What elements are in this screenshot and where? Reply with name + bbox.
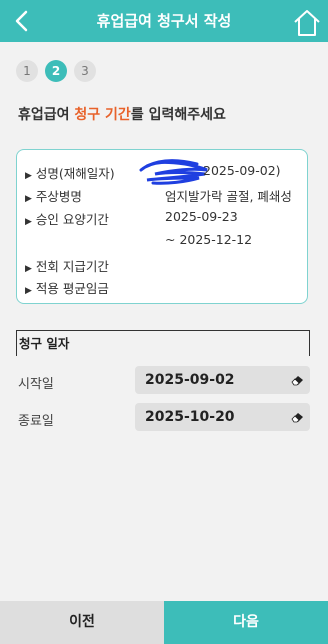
start-date-label: 시작일 (18, 377, 54, 392)
redacted-scribble (139, 159, 208, 185)
start-date-value: 2025-09-02 (145, 372, 235, 388)
injury-value: 엄지발가락 골절, 폐쇄성 (165, 189, 292, 204)
home-icon[interactable] (292, 8, 322, 38)
avg-wage-label: 적용 평균임금 (35, 281, 109, 296)
app-header: 휴업급여 청구서 작성 (0, 0, 328, 42)
claim-info-box: ▶ 성명(재해일자) 2025-09-02) ▶ 주상병명 엄지발가락 골절, 폐쇄… (16, 149, 308, 304)
treatment-label: 승인 요양기간 (35, 212, 109, 227)
triangle-icon: ▶ (25, 217, 32, 227)
prev-pay-row-label: ▶ 전회 지급기간 (25, 256, 109, 275)
heading-part1: 휴업급여 (18, 107, 75, 123)
next-button[interactable]: 다음 (164, 601, 328, 644)
triangle-icon: ▶ (25, 194, 32, 204)
name-row-label: ▶ 성명(재해일자) (25, 163, 115, 182)
triangle-icon: ▶ (25, 171, 32, 181)
claim-date-section-title: 청구 일자 (16, 330, 310, 356)
injury-row-label: ▶ 주상병명 (25, 186, 82, 205)
end-date-field[interactable]: 2025-10-20 (135, 403, 310, 431)
start-date-field[interactable]: 2025-09-02 (135, 366, 310, 394)
page-title: 휴업급여 청구서 작성 (96, 12, 232, 30)
triangle-icon: ▶ (25, 264, 32, 274)
instruction-heading: 휴업급여 청구 기간를 입력해주세요 (18, 104, 226, 124)
prev-pay-label: 전회 지급기간 (35, 259, 109, 274)
heading-part2: 를 입력해주세요 (130, 107, 226, 123)
step-2: 2 (45, 60, 67, 82)
eraser-icon[interactable] (291, 374, 304, 386)
eraser-icon[interactable] (291, 411, 304, 423)
prev-button[interactable]: 이전 (0, 601, 164, 644)
triangle-icon: ▶ (25, 286, 32, 296)
heading-highlight: 청구 기간 (74, 107, 131, 123)
injury-label: 주상병명 (35, 189, 82, 204)
step-3: 3 (74, 60, 96, 82)
treatment-start: 2025-09-23 (165, 209, 238, 224)
name-label: 성명(재해일자) (35, 166, 115, 181)
avg-wage-row-label: ▶ 적용 평균임금 (25, 278, 109, 297)
treatment-row-label: ▶ 승인 요양기간 (25, 209, 109, 228)
end-date-value: 2025-10-20 (145, 409, 235, 425)
treatment-end: ~ 2025-12-12 (165, 232, 253, 247)
step-1: 1 (16, 60, 38, 82)
end-date-label: 종료일 (18, 414, 54, 429)
name-value: 2025-09-02) (203, 163, 281, 178)
